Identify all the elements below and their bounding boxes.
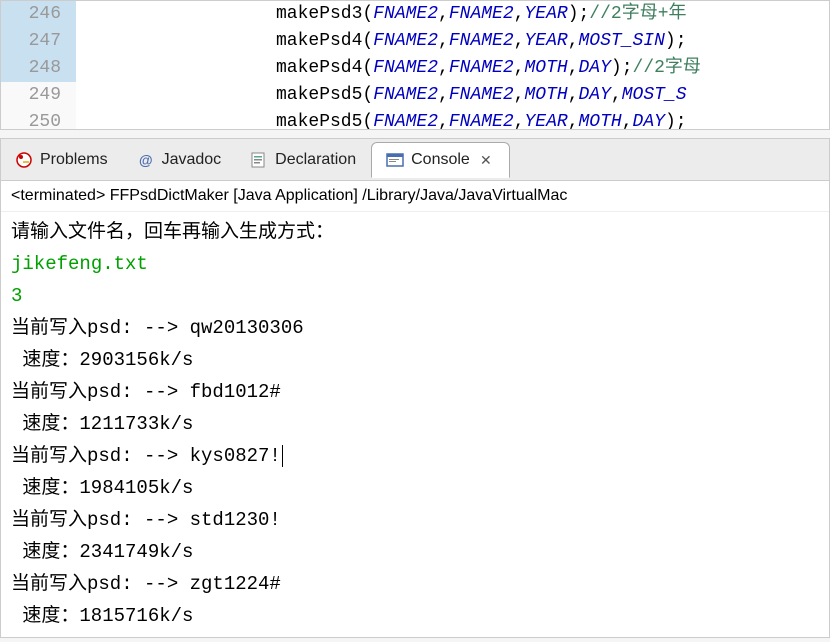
tab-javadoc[interactable]: @ Javadoc (123, 143, 237, 177)
code-content[interactable]: makePsd5(FNAME2,FNAME2,YEAR,MOTH,DAY); (76, 109, 829, 130)
tab-label: Console (411, 151, 470, 169)
problems-icon (15, 151, 33, 169)
code-content[interactable]: makePsd3(FNAME2,FNAME2,YEAR);//2字母+年 (76, 1, 829, 28)
console-input: 3 (11, 280, 819, 312)
console-line: 当前写入psd: --> zgt1224# (11, 568, 819, 600)
console-line: 速度：2903156k/s (11, 344, 819, 376)
code-content[interactable]: makePsd4(FNAME2,FNAME2,MOTH,DAY);//2字母 (76, 55, 829, 82)
code-line[interactable]: 247makePsd4(FNAME2,FNAME2,YEAR,MOST_SIN)… (1, 28, 829, 55)
line-number: 246 (1, 1, 76, 28)
tab-problems[interactable]: Problems (1, 143, 123, 177)
process-status: <terminated> (11, 187, 105, 204)
tab-label: Javadoc (162, 151, 222, 169)
code-editor[interactable]: 246makePsd3(FNAME2,FNAME2,YEAR);//2字母+年2… (0, 0, 830, 130)
code-line[interactable]: 248makePsd4(FNAME2,FNAME2,MOTH,DAY);//2字… (1, 55, 829, 82)
tab-label: Declaration (275, 151, 356, 169)
line-number: 250 (1, 109, 76, 130)
code-content[interactable]: makePsd4(FNAME2,FNAME2,YEAR,MOST_SIN); (76, 28, 829, 55)
javadoc-icon: @ (137, 151, 155, 169)
console-output[interactable]: 请输入文件名，回车再输入生成方式： jikefeng.txt 3 当前写入psd… (1, 212, 829, 636)
process-info: <terminated> FFPsdDictMaker [Java Applic… (1, 181, 829, 212)
tab-label: Problems (40, 151, 108, 169)
code-line[interactable]: 246makePsd3(FNAME2,FNAME2,YEAR);//2字母+年 (1, 1, 829, 28)
console-input: jikefeng.txt (11, 248, 819, 280)
console-line: 当前写入psd: --> fbd1012# (11, 376, 819, 408)
console-line: 当前写入psd: --> kys0827! (11, 440, 819, 472)
code-line[interactable]: 249makePsd5(FNAME2,FNAME2,MOTH,DAY,MOST_… (1, 82, 829, 109)
tab-declaration[interactable]: Declaration (236, 143, 371, 177)
console-line: 当前写入psd: --> std1230! (11, 504, 819, 536)
console-line: 速度：1815716k/s (11, 600, 819, 632)
tab-bar: Problems @ Javadoc Declaration Console ✕ (1, 139, 829, 181)
close-icon[interactable]: ✕ (477, 151, 495, 169)
line-number: 249 (1, 82, 76, 109)
code-content[interactable]: makePsd5(FNAME2,FNAME2,MOTH,DAY,MOST_S (76, 82, 829, 109)
line-number: 247 (1, 28, 76, 55)
console-line: 速度：2341749k/s (11, 536, 819, 568)
console-line: 速度：1984105k/s (11, 472, 819, 504)
console-prompt: 请输入文件名，回车再输入生成方式： (11, 216, 819, 248)
console-line: 速度：1211733k/s (11, 408, 819, 440)
code-line[interactable]: 250makePsd5(FNAME2,FNAME2,YEAR,MOTH,DAY)… (1, 109, 829, 130)
console-icon (386, 151, 404, 169)
tab-console[interactable]: Console ✕ (371, 142, 510, 178)
process-label: FFPsdDictMaker [Java Application] /Libra… (110, 187, 568, 204)
declaration-icon (250, 151, 268, 169)
console-line: 当前写入psd: --> qw20130306 (11, 312, 819, 344)
bottom-panel: Problems @ Javadoc Declaration Console ✕… (0, 138, 830, 638)
line-number: 248 (1, 55, 76, 82)
